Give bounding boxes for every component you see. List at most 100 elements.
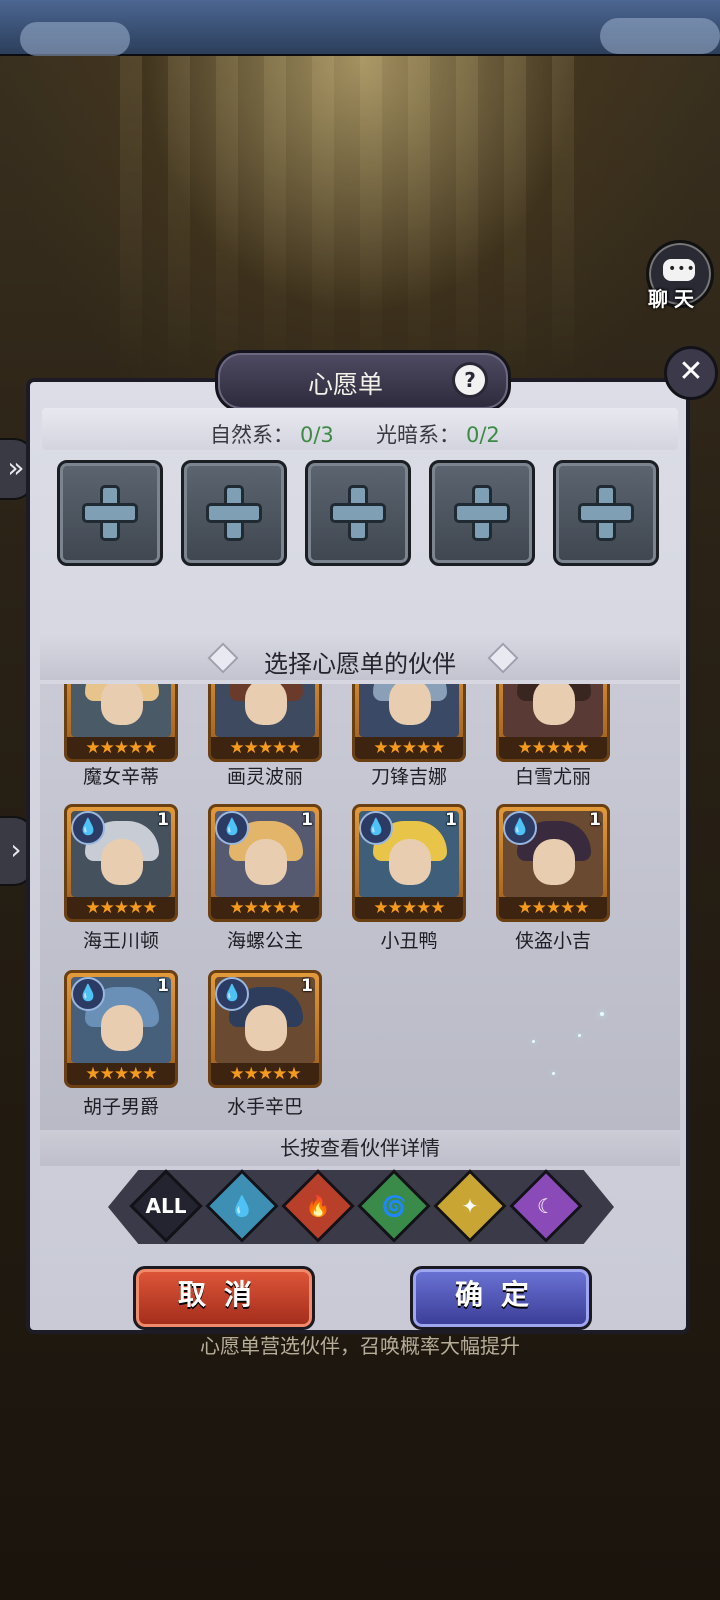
wish-slot[interactable]: [305, 460, 411, 566]
partner-face: [389, 684, 431, 725]
partner-card[interactable]: 💧 1 ★★★★★: [64, 804, 178, 922]
element-count-bar: [42, 408, 678, 450]
partner-card[interactable]: ★★★★★: [208, 684, 322, 762]
light-rays: [120, 55, 600, 385]
select-partner-title: 选择心愿单的伙伴: [264, 650, 456, 678]
partner-face: [245, 684, 287, 725]
water-element-icon: 💧: [71, 977, 105, 1011]
partner-card[interactable]: 💧 1 ★★★★★: [208, 804, 322, 922]
partner-card[interactable]: 💧 1 ★★★★★: [496, 804, 610, 922]
partner-face: [245, 1005, 287, 1051]
star-rating: ★★★★★: [67, 897, 175, 919]
wish-slot[interactable]: [429, 460, 535, 566]
water-element-icon: 💧: [359, 811, 393, 845]
nature-count: 自然系： 0/3: [210, 419, 334, 449]
double-chevron-right-icon: »: [7, 451, 25, 484]
star-rating: ★★★★★: [355, 897, 463, 919]
close-button[interactable]: ✕: [664, 346, 718, 400]
partner-card[interactable]: 💧 1 ★★★★★: [352, 804, 466, 922]
chat-label: 聊天: [648, 287, 700, 311]
water-element-icon: 💧: [503, 811, 537, 845]
plus-icon: [82, 485, 138, 541]
partner-portrait: [503, 684, 603, 737]
partner-level: 1: [301, 810, 313, 830]
star-rating: ★★★★★: [499, 737, 607, 759]
partner-level: 1: [301, 976, 313, 996]
chevron-right-icon: ›: [10, 833, 22, 866]
plus-icon: [454, 485, 510, 541]
partner-name: 刀锋吉娜: [370, 766, 447, 788]
top-banner: [0, 0, 720, 56]
dialog-title: 心愿单: [307, 370, 383, 399]
partner-name: 魔女辛蒂: [82, 766, 159, 788]
cloud-decoration: [20, 22, 130, 56]
partner-face: [245, 839, 287, 885]
partner-face: [533, 684, 575, 725]
water-element-icon: 💧: [71, 811, 105, 845]
wish-slot[interactable]: [57, 460, 163, 566]
partner-level: 1: [445, 810, 457, 830]
partner-name: 侠盗小吉: [514, 930, 591, 952]
partner-card[interactable]: ★★★★★: [496, 684, 610, 762]
light-dark-count-value: 0/2: [466, 423, 500, 447]
water-element-icon: 💧: [229, 1194, 255, 1218]
wind-element-icon: 🌀: [381, 1194, 407, 1218]
partner-name: 海王川顿: [82, 930, 159, 952]
sparkle-decoration: [578, 1034, 581, 1037]
partner-face: [101, 684, 143, 725]
partner-name: 水手辛巴: [226, 1096, 303, 1118]
partner-level: 1: [157, 976, 169, 996]
partner-grid: ★★★★★ ★★★★★ ★★★★★ ★★★★★ 魔女辛蒂 画灵波丽 刀锋吉娜 白…: [40, 684, 680, 1134]
partner-card[interactable]: ★★★★★: [64, 684, 178, 762]
partner-level: 1: [589, 810, 601, 830]
partner-name: 白雪尤丽: [514, 766, 591, 788]
chat-dots-icon: •••: [668, 261, 696, 277]
partner-card[interactable]: ★★★★★: [352, 684, 466, 762]
star-rating: ★★★★★: [211, 1063, 319, 1085]
wish-slot[interactable]: [553, 460, 659, 566]
partner-face: [101, 1005, 143, 1051]
star-rating: ★★★★★: [211, 897, 319, 919]
star-rating: ★★★★★: [67, 1063, 175, 1085]
long-press-hint: 长按查看伙伴详情: [40, 1130, 680, 1166]
light-dark-count: 光暗系： 0/2: [376, 419, 500, 449]
dark-element-icon: ☾: [537, 1194, 555, 1218]
select-partner-header: 选择心愿单的伙伴: [40, 636, 680, 680]
confirm-button[interactable]: 确定: [410, 1266, 592, 1330]
light-dark-count-label: 光暗系：: [376, 423, 460, 447]
partner-face: [533, 839, 575, 885]
partner-name: 胡子男爵: [82, 1096, 159, 1118]
plus-icon: [330, 485, 386, 541]
partner-card[interactable]: 💧 1 ★★★★★: [208, 970, 322, 1088]
help-button[interactable]: ?: [452, 362, 488, 398]
water-element-icon: 💧: [215, 977, 249, 1011]
partner-card[interactable]: 💧 1 ★★★★★: [64, 970, 178, 1088]
sparkle-decoration: [552, 1072, 555, 1075]
partner-portrait: [359, 684, 459, 737]
partner-portrait: [71, 684, 171, 737]
partner-name: 小丑鸭: [380, 930, 438, 952]
partner-face: [101, 839, 143, 885]
nature-count-value: 0/3: [300, 423, 334, 447]
nature-count-label: 自然系：: [210, 423, 294, 447]
light-element-icon: ✦: [461, 1194, 479, 1218]
sparkle-decoration: [532, 1040, 535, 1043]
bottom-tip-text: 心愿单营选伙伴，召唤概率大幅提升: [200, 1334, 520, 1358]
star-rating: ★★★★★: [355, 737, 463, 759]
water-element-icon: 💧: [215, 811, 249, 845]
partner-portrait: [215, 684, 315, 737]
plus-icon: [206, 485, 262, 541]
partner-level: 1: [157, 810, 169, 830]
sparkle-decoration: [600, 1012, 604, 1016]
star-rating: ★★★★★: [67, 737, 175, 759]
wish-slot[interactable]: [181, 460, 287, 566]
fire-element-icon: 🔥: [305, 1194, 331, 1218]
cancel-button[interactable]: 取消: [133, 1266, 315, 1330]
all-icon: ALL: [145, 1194, 187, 1218]
plus-icon: [578, 485, 634, 541]
partner-name: 画灵波丽: [226, 766, 303, 788]
star-rating: ★★★★★: [211, 737, 319, 759]
star-rating: ★★★★★: [499, 897, 607, 919]
cloud-decoration: [600, 18, 720, 54]
partner-face: [389, 839, 431, 885]
